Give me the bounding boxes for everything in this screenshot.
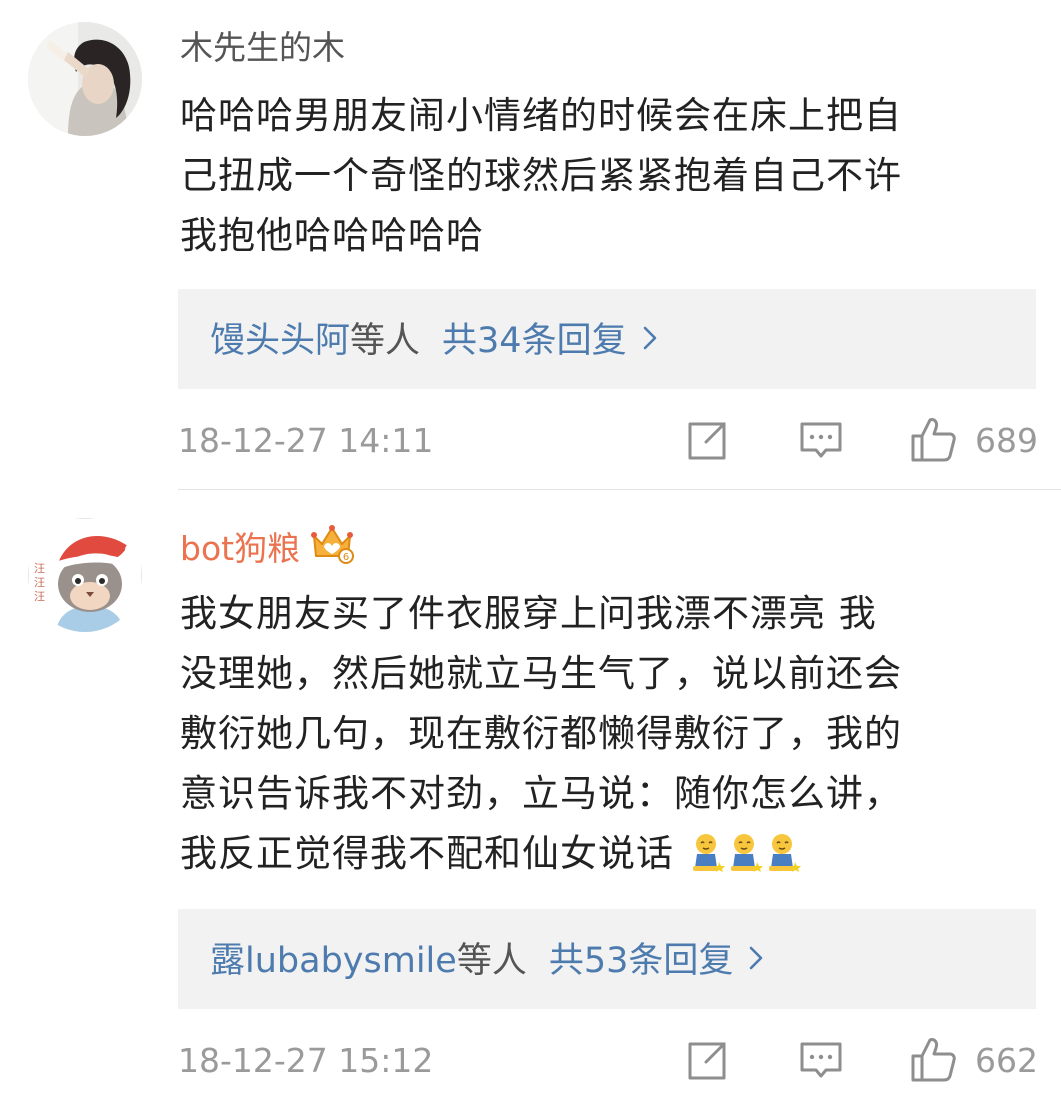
comment-line: 意识告诉我不对劲，立马说：随你怎么讲， [180, 772, 902, 815]
svg-text:汪: 汪 [34, 562, 45, 575]
share-icon[interactable] [686, 1040, 728, 1086]
like-count: 662 [975, 1041, 1038, 1080]
comment-line: 我反正觉得我不配和仙女说话 [180, 832, 674, 875]
user-photo-avatar [28, 22, 142, 136]
crown-vip-icon[interactable]: 6 [310, 524, 355, 575]
chevron-right-icon [749, 909, 763, 1009]
chevron-right-icon [643, 289, 657, 389]
share-icon[interactable] [686, 420, 728, 466]
kneeling-emoji-icon [691, 830, 725, 890]
avatar[interactable] [28, 22, 142, 136]
replies-preview[interactable]: 露lubabysmile等人 共53条回复 [178, 909, 1036, 1009]
comment-line: 哈哈哈男朋友闹小情绪的时候会在床上把自 [180, 94, 902, 137]
comment-line: 没理她，然后她就立马生气了，说以前还会 [180, 652, 902, 695]
comment-item: 汪 汪 汪 bot狗粮 6 我女朋友买了件衣服穿上问我漂不漂亮 我 没理她，然后… [0, 490, 1061, 1106]
comment-line: 敷衍她几句，现在敷衍都懒得敷衍了，我的 [180, 712, 902, 755]
like-count: 689 [975, 421, 1038, 460]
svg-text:汪: 汪 [34, 590, 45, 603]
svg-text:6: 6 [343, 552, 349, 563]
kneeling-emoji-icon [767, 830, 801, 890]
comment-meta: 18-12-27 14:11 689 [178, 416, 1038, 466]
comment-line-with-emoji: 我反正觉得我不配和仙女说话 [180, 824, 1040, 890]
comment-icon[interactable] [800, 420, 842, 466]
timestamp: 18-12-27 14:11 [178, 421, 434, 460]
svg-text:汪: 汪 [34, 576, 45, 589]
comment-text: 哈哈哈男朋友闹小情绪的时候会在床上把自 己扭成一个奇怪的球然后紧紧抱着自己不许 … [180, 86, 1040, 266]
username[interactable]: bot狗粮 6 [180, 524, 355, 575]
reply-count-link[interactable]: 共53条回复 [549, 941, 734, 981]
timestamp: 18-12-27 15:12 [178, 1041, 434, 1080]
kneeling-emoji-icon [729, 830, 763, 890]
reply-users[interactable]: 露lubabysmile [210, 941, 457, 981]
username[interactable]: 木先生的木 [180, 26, 345, 70]
comment-line: 己扭成一个奇怪的球然后紧紧抱着自己不许 [180, 154, 902, 197]
comment-item: 木先生的木 哈哈哈男朋友闹小情绪的时候会在床上把自 己扭成一个奇怪的球然后紧紧抱… [0, 0, 1061, 490]
comment-line: 我抱他哈哈哈哈哈 [180, 214, 484, 257]
cartoon-cat-santa-avatar: 汪 汪 汪 [28, 518, 142, 632]
reply-count-link[interactable]: 共34条回复 [442, 321, 627, 361]
avatar[interactable]: 汪 汪 汪 [28, 518, 142, 632]
reply-users[interactable]: 馒头头阿 [210, 321, 350, 361]
comment-meta: 18-12-27 15:12 662 [178, 1036, 1038, 1086]
comment-text: 我女朋友买了件衣服穿上问我漂不漂亮 我 没理她，然后她就立马生气了，说以前还会 … [180, 584, 1040, 890]
reply-etc-label: 等人 [456, 941, 527, 981]
reply-etc-label: 等人 [350, 321, 421, 361]
like-icon[interactable] [910, 416, 956, 466]
comment-line: 我女朋友买了件衣服穿上问我漂不漂亮 我 [180, 592, 877, 635]
comment-icon[interactable] [800, 1040, 842, 1086]
like-icon[interactable] [910, 1036, 956, 1086]
replies-preview[interactable]: 馒头头阿等人 共34条回复 [178, 289, 1036, 389]
